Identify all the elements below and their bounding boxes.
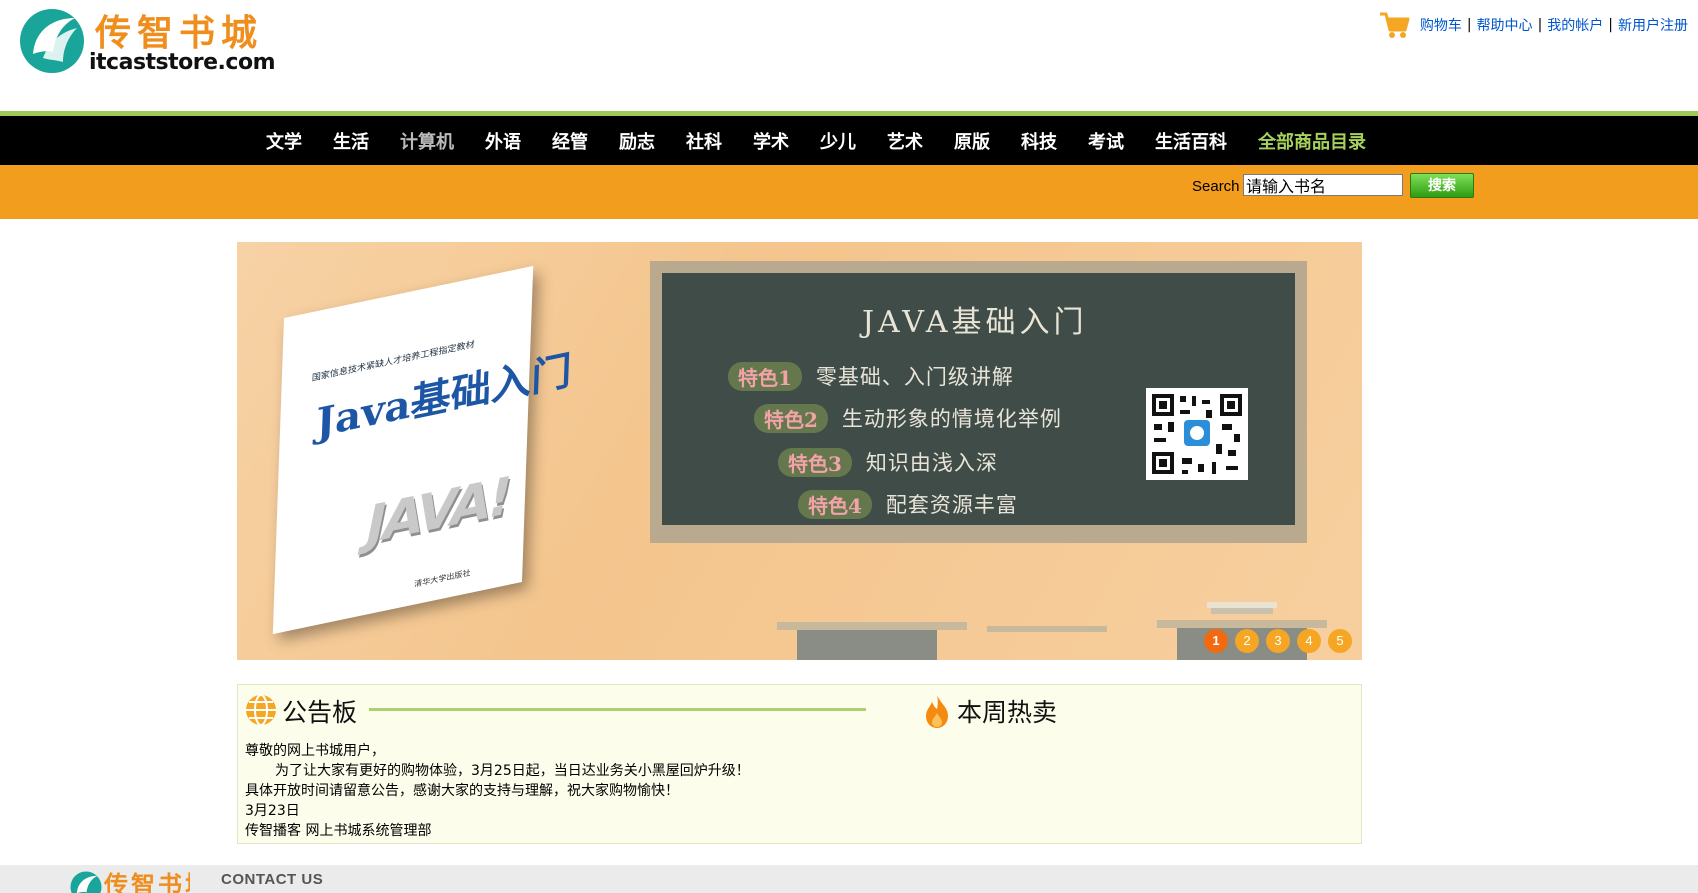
nav-item-economics[interactable]: 经管: [552, 128, 588, 154]
nav-item-children[interactable]: 少儿: [820, 128, 856, 154]
logo-leaf-icon: [70, 871, 102, 893]
feature-tag: 特色2: [754, 403, 828, 433]
shopping-cart-icon[interactable]: [1378, 10, 1410, 40]
category-nav: 文学 生活 计算机 外语 经管 励志 社科 学术 少儿 艺术 原版 科技 考试 …: [0, 116, 1698, 165]
weekly-hot-title: 本周热卖: [957, 698, 1058, 727]
chalkboard: JAVA基础入门 特色1 零基础、入门级讲解 特色2 生动形象的情境化举例 特色…: [650, 261, 1307, 543]
link-my-account[interactable]: 我的帐户: [1547, 15, 1603, 35]
nav-item-original[interactable]: 原版: [954, 128, 990, 154]
logo-leaf-icon: [20, 9, 84, 73]
search-bar: Search 搜索: [0, 165, 1698, 219]
feature-text: 配套资源丰富: [885, 493, 1018, 517]
logo-domain-text: itcaststore.com: [89, 50, 276, 75]
link-help-center[interactable]: 帮助中心: [1477, 15, 1533, 35]
nav-item-literature[interactable]: 文学: [266, 128, 302, 154]
feature-1: 特色1 零基础、入门级讲解: [728, 361, 1014, 391]
footer-logo-text: 传智书城: [104, 870, 190, 893]
search-label: Search: [1192, 178, 1240, 195]
feature-text: 知识由浅入深: [865, 451, 998, 475]
notice-line: 3月23日: [245, 803, 300, 819]
banner-page-dot[interactable]: 3: [1266, 629, 1290, 653]
promo-banner[interactable]: 国家信息技术紧缺人才培养工程指定教材 Java基础入门 JAVA! 清华大学出版…: [237, 242, 1362, 660]
book-cover-image: 国家信息技术紧缺人才培养工程指定教材 Java基础入门 JAVA! 清华大学出版…: [272, 265, 572, 635]
feature-3: 特色3 知识由浅入深: [778, 447, 998, 477]
nav-item-social-science[interactable]: 社科: [686, 128, 722, 154]
feature-tag: 特色3: [778, 447, 852, 477]
nav-item-foreign-language[interactable]: 外语: [485, 128, 521, 154]
nav-item-academic[interactable]: 学术: [753, 128, 789, 154]
top-links: 购物车 | 帮助中心 | 我的帐户 | 新用户注册: [1378, 10, 1688, 40]
notice-board: 公告板 本周热卖 尊敬的网上书城用户， 为了让大家有更好的购物体验，3月25日起…: [237, 684, 1362, 844]
separator: |: [1608, 17, 1613, 33]
nav-item-all-catalog[interactable]: 全部商品目录: [1258, 128, 1366, 154]
separator: |: [1537, 17, 1543, 33]
nav-item-inspiration[interactable]: 励志: [619, 128, 655, 154]
banner-page-dot[interactable]: 1: [1204, 629, 1228, 653]
banner-pager: 1 2 3 4 5: [1204, 629, 1359, 653]
notice-title-underline: [369, 708, 866, 711]
feature-tag: 特色1: [728, 361, 802, 391]
notice-line: 为了让大家有更好的购物体验，3月25日起，当日达业务关小黑屋回炉升级！: [275, 763, 750, 779]
feature-4: 特色4 配套资源丰富: [798, 489, 1018, 519]
board-title: JAVA基础入门: [862, 305, 1088, 340]
notice-content: 尊敬的网上书城用户， 为了让大家有更好的购物体验，3月25日起，当日达业务关小黑…: [245, 741, 750, 841]
globe-icon: [246, 694, 276, 726]
notice-line: 尊敬的网上书城用户，: [245, 743, 385, 759]
nav-item-life[interactable]: 生活: [333, 128, 369, 154]
flame-icon: [926, 695, 948, 728]
link-cart[interactable]: 购物车: [1420, 15, 1462, 35]
link-register[interactable]: 新用户注册: [1618, 15, 1688, 35]
site-logo[interactable]: 传智书城 itcaststore.com: [19, 8, 279, 76]
banner-page-dot[interactable]: 2: [1235, 629, 1259, 653]
nav-item-exam[interactable]: 考试: [1088, 128, 1124, 154]
book-publisher: 清华大学出版社: [414, 568, 471, 589]
nav-item-computer[interactable]: 计算机: [400, 128, 454, 154]
feature-2: 特色2 生动形象的情境化举例: [754, 403, 1062, 433]
separator: |: [1466, 17, 1472, 33]
qr-code-icon: [1146, 388, 1248, 480]
notice-line: 传智播客 网上书城系统管理部: [245, 823, 432, 839]
notice-line: 具体开放时间请留意公告，感谢大家的支持与理解，祝大家购物愉快！: [245, 783, 679, 799]
feature-tag: 特色4: [798, 489, 872, 519]
book-java-graphic: JAVA!: [360, 465, 516, 558]
footer-logo[interactable]: 传智书城: [70, 867, 190, 893]
banner-page-dot[interactable]: 5: [1328, 629, 1352, 653]
nav-item-art[interactable]: 艺术: [887, 128, 923, 154]
feature-text: 生动形象的情境化举例: [841, 407, 1062, 431]
banner-page-dot[interactable]: 4: [1297, 629, 1321, 653]
site-footer: 传智书城 CONTACT US: [0, 865, 1698, 893]
logo-chinese-text: 传智书城: [95, 12, 264, 54]
nav-item-technology[interactable]: 科技: [1021, 128, 1057, 154]
feature-text: 零基础、入门级讲解: [815, 365, 1014, 389]
nav-item-life-encyclopedia[interactable]: 生活百科: [1155, 128, 1227, 154]
site-header: 传智书城 itcaststore.com 购物车 | 帮助中心 | 我的帐户 |…: [0, 0, 1698, 110]
search-button[interactable]: 搜索: [1410, 173, 1474, 198]
contact-us-link[interactable]: CONTACT US: [221, 871, 323, 888]
notice-title: 公告板: [282, 698, 358, 727]
search-input[interactable]: [1243, 174, 1403, 196]
